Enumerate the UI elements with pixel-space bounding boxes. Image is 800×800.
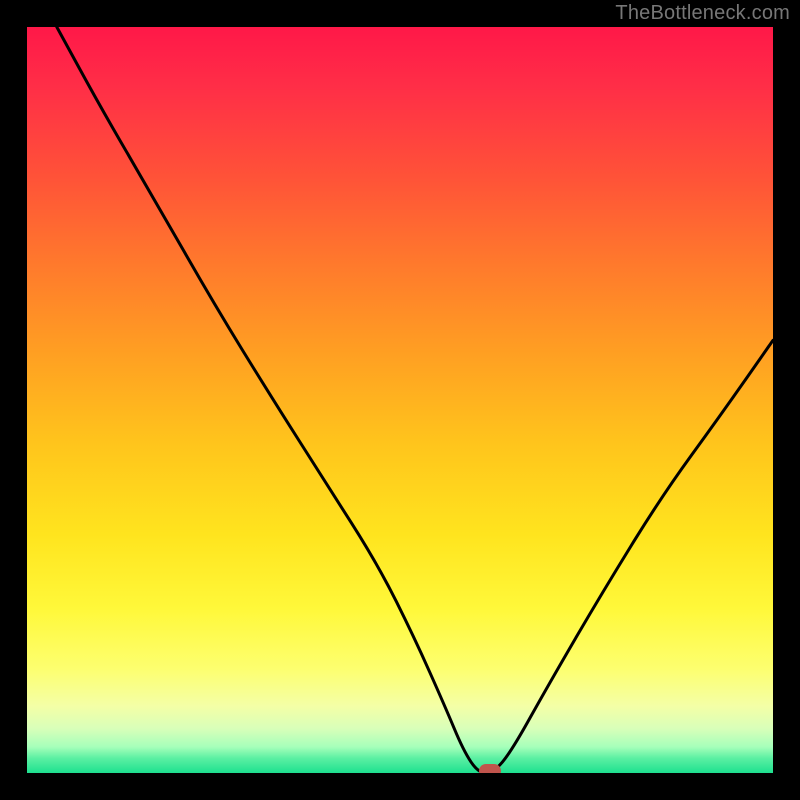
chart-frame: TheBottleneck.com	[0, 0, 800, 800]
bottleneck-curve	[27, 27, 773, 773]
plot-area	[27, 27, 773, 773]
watermark-text: TheBottleneck.com	[615, 2, 790, 25]
optimal-marker	[479, 764, 501, 773]
